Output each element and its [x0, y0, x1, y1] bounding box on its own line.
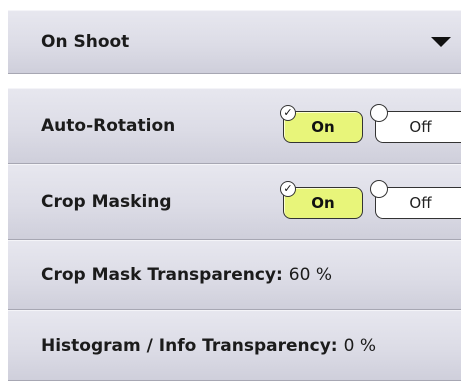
checkmark-icon: ✓ [280, 105, 296, 121]
crop-masking-off-label: Off [409, 194, 432, 212]
auto-rotation-row: Auto-Rotation ✓ On Off [8, 88, 461, 164]
crop-masking-on-button[interactable]: ✓ On [280, 181, 363, 219]
crop-mask-transparency-label: Crop Mask Transparency: 60 % [41, 265, 332, 285]
on-shoot-dropdown[interactable]: On Shoot [8, 10, 461, 74]
histogram-info-transparency-row[interactable]: Histogram / Info Transparency: 0 % [8, 310, 461, 381]
radio-empty-icon [370, 104, 388, 122]
checkmark-icon: ✓ [280, 181, 296, 197]
histogram-info-transparency-title: Histogram / Info Transparency: [41, 335, 338, 356]
triangle-down-icon[interactable] [431, 37, 451, 47]
on-shoot-label: On Shoot [41, 32, 130, 52]
radio-empty-icon [370, 180, 388, 198]
histogram-info-transparency-value: 0 % [343, 335, 376, 356]
auto-rotation-off-button[interactable]: Off [370, 104, 461, 143]
crop-masking-row: Crop Masking ✓ On Off [8, 164, 461, 240]
auto-rotation-label: Auto-Rotation [41, 116, 176, 136]
crop-mask-transparency-row[interactable]: Crop Mask Transparency: 60 % [8, 240, 461, 310]
crop-masking-label: Crop Masking [41, 192, 172, 212]
crop-masking-off-button[interactable]: Off [370, 180, 461, 219]
auto-rotation-off-label: Off [409, 118, 432, 136]
crop-masking-on-label: On [311, 194, 335, 212]
auto-rotation-on-label: On [311, 118, 335, 136]
crop-mask-transparency-title: Crop Mask Transparency: [41, 265, 283, 285]
histogram-info-transparency-label: Histogram / Info Transparency: 0 % [41, 336, 376, 356]
auto-rotation-on-button[interactable]: ✓ On [280, 105, 363, 143]
crop-mask-transparency-value: 60 % [288, 265, 332, 285]
settings-panel: On Shoot Auto-Rotation ✓ On Off Crop Mas… [0, 0, 461, 381]
